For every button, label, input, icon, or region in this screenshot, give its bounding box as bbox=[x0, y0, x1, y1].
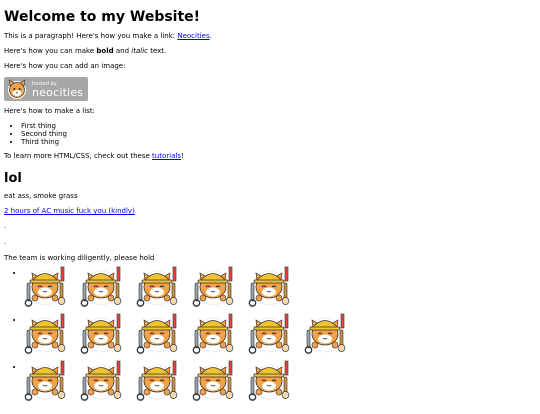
paragraph-text: . bbox=[209, 32, 212, 40]
list-item: First thing bbox=[21, 122, 536, 130]
paragraph-link-example: This is a paragraph! Here's how you make… bbox=[4, 32, 536, 41]
paragraph-text: This is a paragraph! Here's how you make… bbox=[4, 32, 178, 40]
hosted-by-neocities-badge: hosted by neocities bbox=[4, 77, 88, 101]
bold-text: bold bbox=[96, 47, 114, 55]
paragraph-eat-ass: eat ass, smoke grass bbox=[4, 192, 78, 200]
page-content: Welcome to my Website! This is a paragra… bbox=[0, 9, 540, 410]
paragraph-text: To learn more HTML/CSS, check out these bbox=[4, 152, 153, 160]
paragraph-text: text. bbox=[147, 47, 167, 55]
dot-paragraph: . bbox=[4, 238, 7, 246]
worker-list-item bbox=[24, 266, 536, 316]
ac-music-link[interactable]: 2 hours of AC music fuck you (kindly) bbox=[4, 207, 135, 215]
neocities-cat-icon bbox=[8, 79, 26, 99]
construction-cat-icon bbox=[136, 360, 178, 401]
paragraph-list-intro: Here's how to make a list: bbox=[4, 107, 95, 115]
badge-text: hosted by neocities bbox=[32, 81, 83, 98]
worker-list bbox=[4, 266, 536, 410]
construction-cat-icon bbox=[80, 266, 122, 307]
dot-paragraph: . bbox=[4, 222, 7, 230]
construction-cat-icon bbox=[80, 313, 122, 354]
paragraph-text: and bbox=[113, 47, 132, 55]
construction-cat-icon bbox=[248, 313, 290, 354]
tutorials-link[interactable]: tutorials bbox=[152, 152, 181, 160]
paragraph-formatting-example: Here's how you can make bold and italic … bbox=[4, 47, 536, 56]
worker-list-item bbox=[24, 360, 536, 410]
section-heading-lol: lol bbox=[4, 171, 22, 186]
paragraph-team-working: The team is working diligently, please h… bbox=[4, 254, 155, 262]
paragraph-text: ! bbox=[180, 152, 184, 160]
construction-cat-icon bbox=[248, 360, 290, 401]
paragraph-text: Here's how you can make bbox=[4, 47, 97, 55]
list-item: Second thing bbox=[21, 130, 536, 138]
construction-cat-icon bbox=[304, 313, 346, 354]
construction-cat-icon bbox=[80, 360, 122, 401]
construction-cat-icon bbox=[248, 266, 290, 307]
worker-list-item bbox=[24, 313, 536, 363]
italic-text: italic bbox=[131, 47, 148, 55]
construction-cat-icon bbox=[136, 266, 178, 307]
construction-cat-icon bbox=[192, 313, 234, 354]
neocities-link[interactable]: Neocities bbox=[177, 32, 209, 40]
page-title: Welcome to my Website! bbox=[4, 9, 201, 25]
construction-cat-icon bbox=[192, 360, 234, 401]
badge-big-text: neocities bbox=[32, 85, 84, 99]
construction-cat-icon bbox=[24, 360, 66, 401]
construction-cat-icon bbox=[24, 313, 66, 354]
example-list: First thing Second thing Third thing bbox=[4, 122, 536, 146]
construction-cat-icon bbox=[192, 266, 234, 307]
construction-cat-icon bbox=[24, 266, 66, 307]
worker-row bbox=[24, 265, 292, 307]
construction-cat-icon bbox=[136, 313, 178, 354]
paragraph-tutorials: To learn more HTML/CSS, check out these … bbox=[4, 152, 536, 161]
worker-row bbox=[24, 359, 292, 401]
paragraph-music-link: 2 hours of AC music fuck you (kindly) bbox=[4, 207, 536, 216]
worker-row bbox=[24, 312, 348, 354]
paragraph-image-intro: Here's how you can add an image: bbox=[4, 62, 126, 70]
list-item: Third thing bbox=[21, 138, 536, 146]
